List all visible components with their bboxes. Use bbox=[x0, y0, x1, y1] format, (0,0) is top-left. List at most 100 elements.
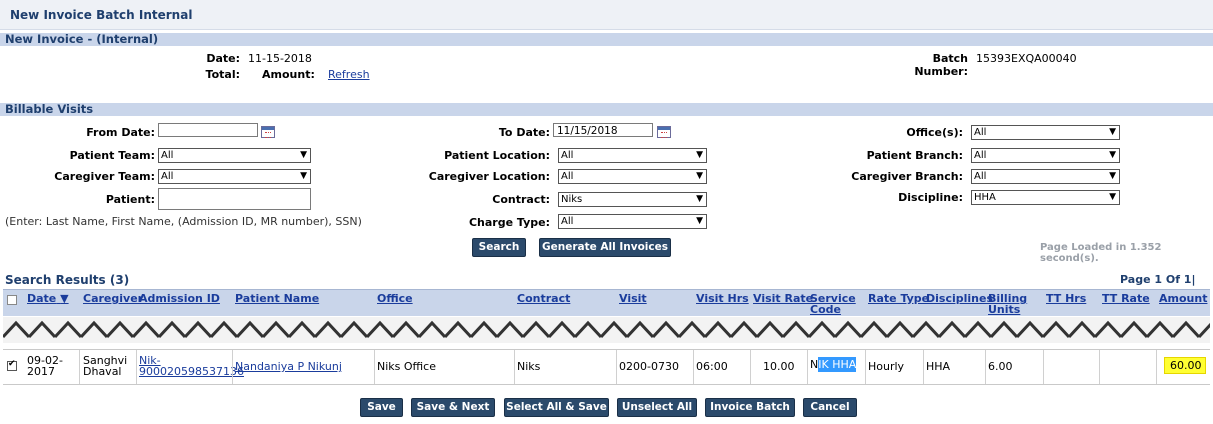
charge-type-select-value: All bbox=[561, 216, 574, 227]
save-button[interactable]: Save bbox=[360, 398, 403, 417]
to-date-calendar-icon[interactable] bbox=[657, 126, 671, 138]
patient-branch-select-value: All bbox=[974, 150, 987, 161]
unselect-all-button[interactable]: Unselect All bbox=[617, 398, 697, 417]
refresh-link[interactable]: Refresh bbox=[328, 68, 370, 81]
patient-input[interactable] bbox=[158, 188, 311, 210]
generate-all-invoices-button[interactable]: Generate All Invoices bbox=[539, 238, 671, 257]
chevron-down-icon: ▼ bbox=[696, 150, 703, 160]
from-date-label: From Date: bbox=[86, 126, 155, 139]
collapsed-rows-divider bbox=[3, 317, 1210, 343]
invoice-batch-button[interactable]: Invoice Batch bbox=[705, 398, 795, 417]
invoice-section-title: New Invoice - (Internal) bbox=[5, 32, 159, 46]
select-all-save-button[interactable]: Select All & Save bbox=[504, 398, 609, 417]
page-header: New Invoice Batch Internal bbox=[0, 0, 1213, 30]
caregiver-branch-label: Caregiver Branch: bbox=[851, 170, 963, 183]
caregiver-location-select-value: All bbox=[561, 171, 574, 182]
charge-type-select[interactable]: All ▼ bbox=[558, 214, 707, 229]
column-amount[interactable]: Amount bbox=[1159, 293, 1207, 304]
chevron-down-icon: ▼ bbox=[696, 194, 703, 204]
patient-team-select-value: All bbox=[161, 150, 174, 161]
patient-branch-label: Patient Branch: bbox=[866, 149, 963, 162]
row-billing-units: 6.00 bbox=[988, 360, 1013, 373]
select-all-checkbox[interactable] bbox=[7, 295, 17, 305]
column-date-label: Date bbox=[27, 292, 57, 305]
caregiver-team-select[interactable]: All ▼ bbox=[158, 169, 311, 184]
to-date-label: To Date: bbox=[498, 126, 550, 139]
to-date-input[interactable]: 11/15/2018 bbox=[553, 123, 653, 137]
page-loaded-text: Page Loaded in 1.352 second(s). bbox=[1040, 242, 1162, 264]
from-date-calendar-icon[interactable] bbox=[261, 126, 275, 138]
search-button[interactable]: Search bbox=[472, 238, 526, 257]
column-contract[interactable]: Contract bbox=[517, 293, 570, 304]
column-disciplines[interactable]: Disciplines bbox=[926, 293, 993, 304]
column-visit-rate[interactable]: Visit Rate bbox=[753, 293, 813, 304]
save-next-button[interactable]: Save & Next bbox=[411, 398, 495, 417]
batch-number-label: Batch Number: bbox=[914, 52, 968, 78]
offices-select[interactable]: All ▼ bbox=[971, 125, 1120, 140]
sort-desc-icon: ▼ bbox=[60, 292, 69, 305]
caregiver-team-label: Caregiver Team: bbox=[54, 170, 155, 183]
chevron-down-icon: ▼ bbox=[1109, 150, 1116, 160]
caregiver-branch-select-value: All bbox=[974, 171, 987, 182]
patient-location-select-value: All bbox=[561, 150, 574, 161]
column-billing-units-line2: Units bbox=[988, 303, 1021, 316]
search-results-label: Search Results bbox=[5, 273, 106, 287]
search-results-title: Search Results (3) bbox=[5, 273, 129, 287]
patient-label: Patient: bbox=[105, 193, 155, 206]
caregiver-location-label: Caregiver Location: bbox=[428, 170, 550, 183]
column-caregiver[interactable]: Caregiver bbox=[83, 293, 143, 304]
row-caregiver-line2: Dhaval bbox=[83, 365, 122, 378]
discipline-select-value: HHA bbox=[974, 192, 996, 203]
row-visit-hrs: 06:00 bbox=[696, 360, 728, 373]
column-patient-name[interactable]: Patient Name bbox=[235, 293, 319, 304]
chevron-down-icon: ▼ bbox=[300, 171, 307, 181]
from-date-input[interactable] bbox=[158, 123, 258, 137]
patient-team-select[interactable]: All ▼ bbox=[158, 148, 311, 163]
row-admission-id-link[interactable]: Nik- 900020598537136 bbox=[139, 355, 244, 377]
charge-type-label: Charge Type: bbox=[468, 216, 550, 229]
column-service-code[interactable]: Service Code bbox=[810, 293, 856, 315]
row-visit: 0200-0730 bbox=[619, 360, 679, 373]
patient-location-select[interactable]: All ▼ bbox=[558, 148, 707, 163]
column-tt-hrs[interactable]: TT Hrs bbox=[1046, 293, 1086, 304]
row-service-code: NIK HHA bbox=[810, 357, 857, 372]
chevron-down-icon: ▼ bbox=[1109, 127, 1116, 137]
row-admission-id-line2: 900020598537136 bbox=[139, 365, 244, 378]
patient-branch-select[interactable]: All ▼ bbox=[971, 148, 1120, 163]
contract-select[interactable]: Niks ▼ bbox=[558, 192, 707, 207]
caregiver-team-select-value: All bbox=[161, 171, 174, 182]
row-patient-name-link[interactable]: Nandaniya P Nikunj bbox=[235, 361, 342, 372]
contract-label: Contract: bbox=[492, 193, 550, 206]
column-office[interactable]: Office bbox=[377, 293, 413, 304]
discipline-select[interactable]: HHA ▼ bbox=[971, 190, 1120, 205]
column-tt-rate[interactable]: TT Rate bbox=[1102, 293, 1150, 304]
page-info: Page 1 Of 1| bbox=[1120, 273, 1196, 286]
table-row[interactable]: 09-02-2017 SanghviDhaval Nik-90002059853… bbox=[3, 349, 1210, 385]
column-date[interactable]: Date ▼ bbox=[27, 293, 69, 304]
amount-label: Amount: bbox=[262, 68, 315, 81]
column-visit-hrs[interactable]: Visit Hrs bbox=[696, 293, 749, 304]
column-visit[interactable]: Visit bbox=[619, 293, 647, 304]
column-admission-id[interactable]: Admission ID bbox=[139, 293, 220, 304]
search-results-count: (3) bbox=[109, 273, 130, 287]
caregiver-location-select[interactable]: All ▼ bbox=[558, 169, 707, 184]
caregiver-branch-select[interactable]: All ▼ bbox=[971, 169, 1120, 184]
results-grid-header: Date ▼ Caregiver Admission ID Patient Na… bbox=[3, 289, 1210, 316]
row-date-line2: 2017 bbox=[27, 365, 55, 378]
date-value: 11-15-2018 bbox=[248, 52, 312, 65]
column-rate-type[interactable]: Rate Type bbox=[868, 293, 929, 304]
chevron-down-icon: ▼ bbox=[696, 216, 703, 226]
total-label: Total: bbox=[205, 68, 240, 81]
batch-number-value: 15393EXQA00040 bbox=[976, 52, 1077, 65]
offices-label: Office(s): bbox=[906, 126, 963, 139]
billable-visits-header: Billable Visits bbox=[0, 102, 1213, 116]
cancel-button[interactable]: Cancel bbox=[803, 398, 857, 417]
column-billing-units[interactable]: Billing Units bbox=[988, 293, 1027, 315]
patient-team-label: Patient Team: bbox=[69, 149, 155, 162]
row-checkbox[interactable] bbox=[7, 359, 17, 371]
billable-visits-title: Billable Visits bbox=[5, 102, 94, 116]
chevron-down-icon: ▼ bbox=[696, 171, 703, 181]
page-title: New Invoice Batch Internal bbox=[10, 8, 193, 22]
row-date: 09-02- 2017 bbox=[27, 355, 63, 377]
row-amount: 60.00 bbox=[1164, 357, 1206, 374]
